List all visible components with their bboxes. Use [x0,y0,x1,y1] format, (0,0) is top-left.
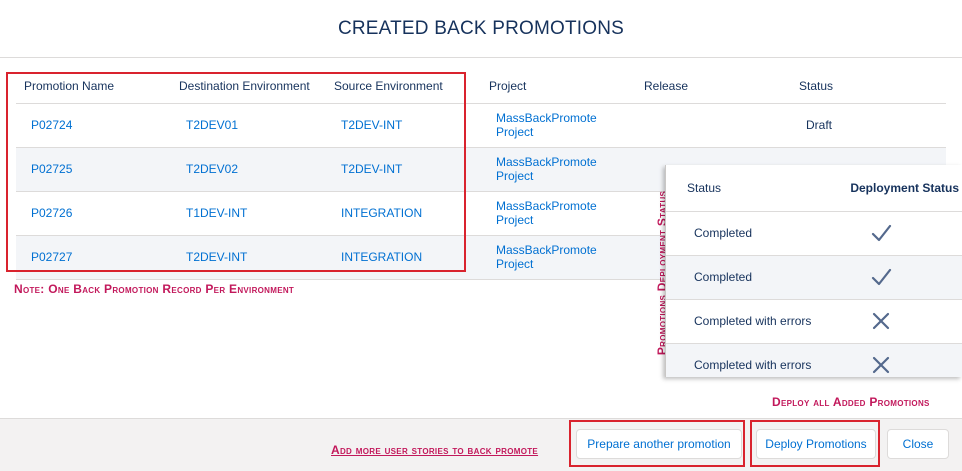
overlay-status-cell: Completed [666,255,815,300]
project-link[interactable]: MassBackPromote Project [481,235,636,280]
col-release: Release [636,70,791,104]
overlay-row: Completed with errors [666,343,962,377]
deployment-status-panel: Status Deployment Status Completed Compl… [665,165,962,377]
overlay-status-cell: Completed with errors [666,343,815,377]
highlight-box-prepare [569,420,745,467]
x-icon [873,312,890,330]
annotation-deploy-all: Deploy all Added Promotions [772,395,930,409]
overlay-row: Completed [666,255,962,300]
annotation-note: Note: One Back Promotion Record Per Envi… [14,282,295,296]
x-icon [873,356,890,374]
modal-header: CREATED BACK PROMOTIONS [0,0,962,58]
col-status: Status [791,70,946,104]
check-icon [872,224,892,242]
release-cell [636,103,791,148]
check-icon [872,268,892,286]
highlight-box-columns [6,72,466,272]
overlay-row: Completed [666,211,962,256]
close-button[interactable]: Close [887,429,949,459]
add-more-user-stories-link[interactable]: Add more user stories to back promote [331,443,538,457]
project-link[interactable]: MassBackPromote Project [481,103,636,148]
overlay-status-cell: Completed with errors [666,299,815,344]
overlay-row: Completed with errors [666,299,962,344]
col-project: Project [481,70,636,104]
overlay-status-cell: Completed [666,211,815,256]
status-cell: Draft [791,103,946,148]
overlay-col-deployment-status: Deployment Status [814,165,962,212]
overlay-header-row: Status Deployment Status [666,165,962,212]
deployment-status-table: Status Deployment Status Completed Compl… [666,165,962,377]
project-link[interactable]: MassBackPromote Project [481,147,636,192]
highlight-box-deploy [750,420,880,467]
overlay-col-status: Status [666,165,815,212]
modal-title: CREATED BACK PROMOTIONS [337,17,625,39]
project-link[interactable]: MassBackPromote Project [481,191,636,236]
